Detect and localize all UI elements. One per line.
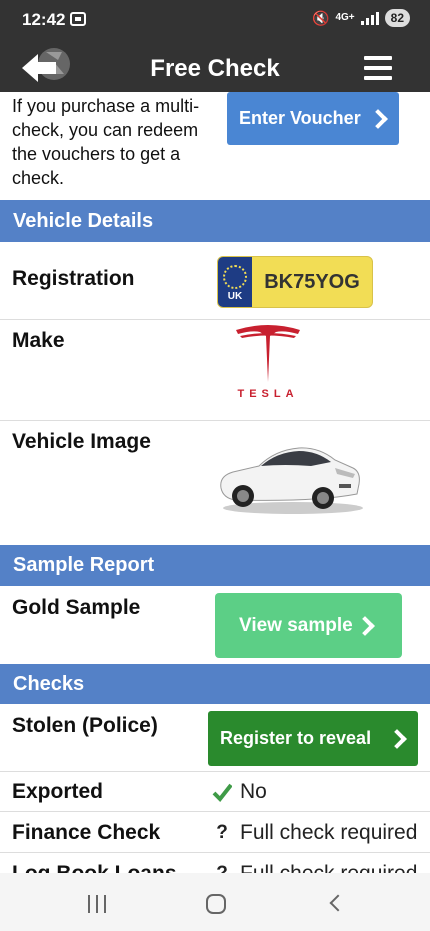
enter-voucher-button[interactable]: Enter Voucher xyxy=(227,92,399,145)
main-content[interactable]: If you purchase a multi-check, you can r… xyxy=(0,92,430,873)
check-item-label: Finance Check xyxy=(12,821,161,844)
check-item-text: No xyxy=(240,780,267,803)
divider xyxy=(0,319,430,320)
system-back-icon[interactable] xyxy=(329,894,347,912)
check-item-label: Log Book Loans xyxy=(12,862,177,873)
section-title: Vehicle Details xyxy=(13,209,154,232)
question-icon: ? xyxy=(216,822,228,843)
hamburger-menu-icon[interactable] xyxy=(364,56,392,80)
recents-icon[interactable] xyxy=(88,895,106,913)
chevron-right-icon xyxy=(355,615,375,636)
vehicle-image xyxy=(215,438,365,516)
eu-flag-icon: UK xyxy=(218,257,252,307)
register-to-reveal-button[interactable]: Register to reveal xyxy=(208,711,418,766)
check-item-label: Exported xyxy=(12,780,104,803)
plate-country: UK xyxy=(227,291,243,302)
mute-icon: 🔇 xyxy=(312,9,330,26)
system-nav-bar xyxy=(0,873,430,931)
voucher-info-text: If you purchase a multi-check, you can r… xyxy=(12,96,200,188)
check-item-text: Full check required xyxy=(240,862,417,873)
check-item-value: ? Full check required xyxy=(212,862,417,873)
status-icons: 🔇 4G+ 82 xyxy=(312,9,410,27)
make-label: Make xyxy=(12,329,65,352)
enter-voucher-label: Enter Voucher xyxy=(239,108,361,128)
status-time: 12:42 xyxy=(22,10,66,29)
app-header: Free Check xyxy=(0,40,430,92)
divider xyxy=(0,811,430,812)
make-logo-text: TESLA xyxy=(237,388,299,400)
gold-sample-label: Gold Sample xyxy=(12,596,141,619)
view-sample-label: View sample xyxy=(239,614,353,636)
section-title: Checks xyxy=(13,672,85,695)
vehicle-image-label: Vehicle Image xyxy=(12,430,151,453)
voucher-row: If you purchase a multi-check, you can r… xyxy=(0,92,430,200)
signal-icon xyxy=(360,11,379,25)
divider xyxy=(0,771,430,772)
registration-label: Registration xyxy=(12,267,135,290)
check-icon xyxy=(212,783,232,803)
home-icon[interactable] xyxy=(206,894,226,914)
chevron-right-icon xyxy=(387,728,407,749)
section-checks: Checks xyxy=(0,664,430,704)
registration-plate: UK BK75YOG xyxy=(217,256,373,308)
divider xyxy=(0,420,430,421)
chevron-right-icon xyxy=(368,108,388,129)
check-item-value: ? Full check required xyxy=(212,821,417,845)
battery-level: 82 xyxy=(384,9,410,27)
stolen-police-label: Stolen (Police) xyxy=(12,714,158,737)
question-icon: ? xyxy=(212,863,232,873)
section-title: Sample Report xyxy=(13,554,155,576)
network-type: 4G+ xyxy=(335,12,355,23)
divider xyxy=(0,852,430,853)
section-sample-report: Sample Report xyxy=(0,545,430,586)
registration-number: BK75YOG xyxy=(264,271,360,293)
check-item-value: No xyxy=(212,780,267,804)
screenshot-icon xyxy=(70,12,86,26)
view-sample-button[interactable]: View sample xyxy=(215,593,402,658)
section-vehicle-details: Vehicle Details xyxy=(0,200,430,242)
status-bar: 12:42 🔇 4G+ 82 xyxy=(0,0,430,40)
register-to-reveal-label: Register to reveal xyxy=(220,728,372,748)
check-item-text: Full check required xyxy=(240,821,418,844)
